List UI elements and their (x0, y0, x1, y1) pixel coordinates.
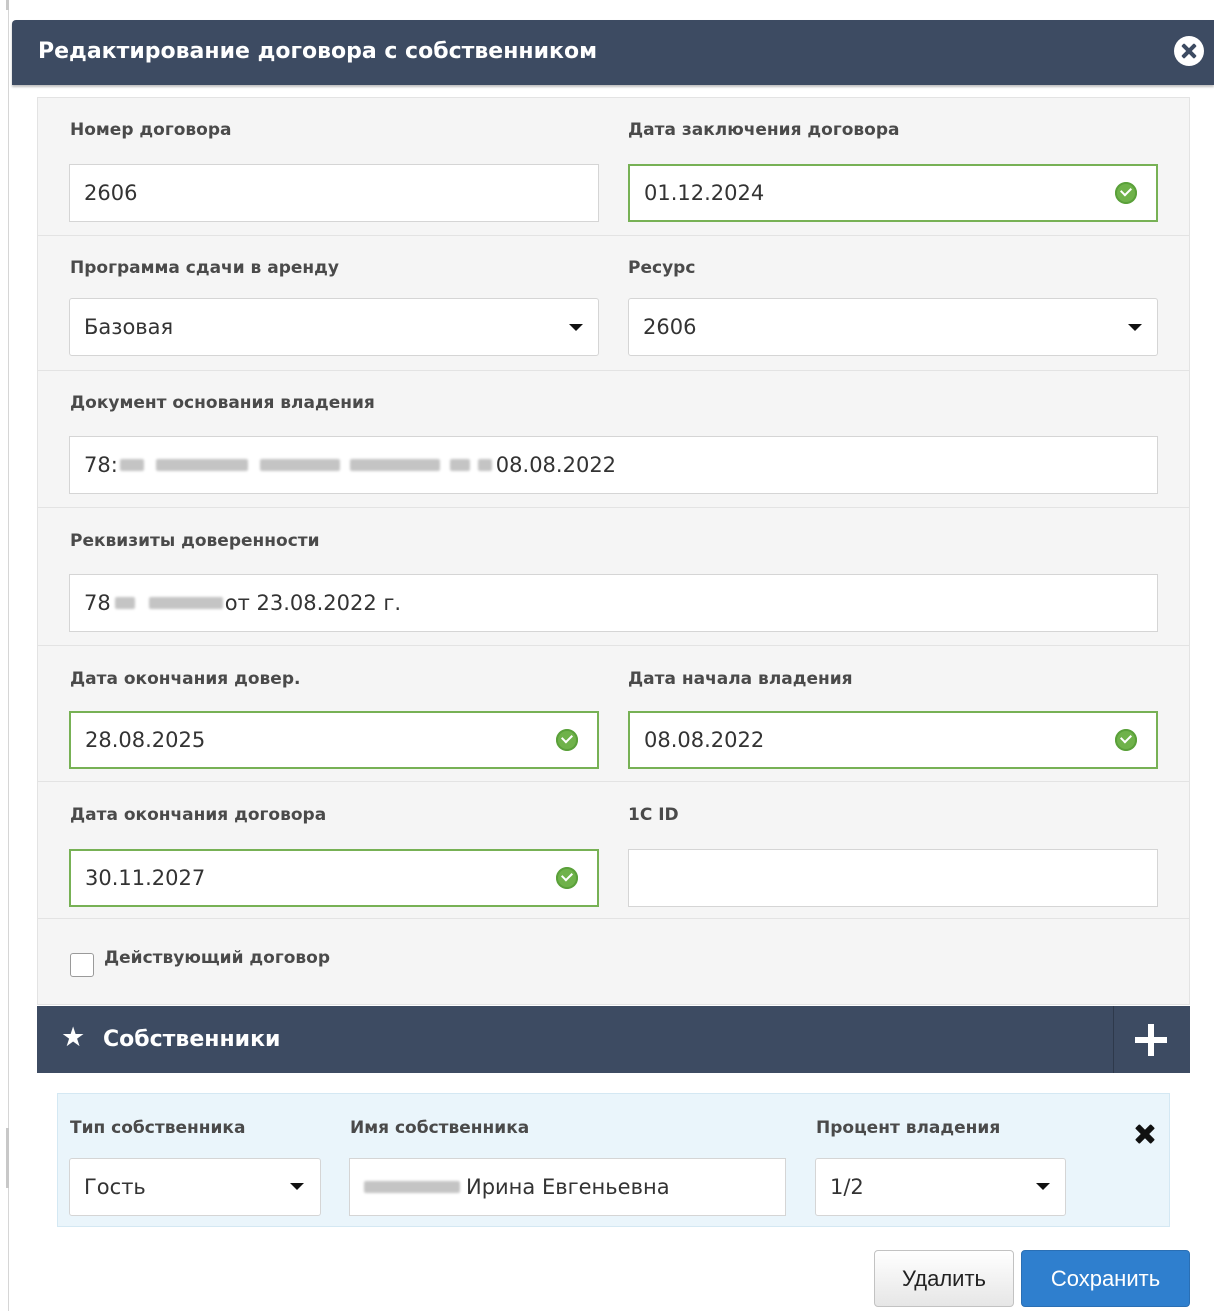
power-of-attorney-input[interactable]: 78 от 23.08.2022 г. (69, 574, 1158, 632)
id-1c-input[interactable] (628, 849, 1158, 907)
row-divider (37, 370, 1190, 371)
row-divider (37, 918, 1190, 919)
check-icon (1115, 182, 1137, 204)
dialog-title: Редактирование договора с собственником (38, 39, 598, 64)
ownership-document-suffix: 08.08.2022 (495, 453, 617, 477)
background-mark (6, 0, 9, 10)
redacted-text (364, 1181, 460, 1193)
contract-end-date-value: 30.11.2027 (85, 866, 206, 890)
contract-number-input[interactable]: 2606 (69, 164, 599, 222)
rental-program-select[interactable]: Базовая (69, 298, 599, 356)
ownership-share-select[interactable]: 1/2 (815, 1158, 1066, 1216)
ownership-start-date-label: Дата начала владения (628, 669, 853, 689)
owner-type-select[interactable]: Гость (69, 1158, 321, 1216)
redacted-text (114, 597, 135, 609)
save-button[interactable]: Сохранить (1021, 1250, 1190, 1307)
redacted-text (259, 459, 340, 471)
owner-type-value: Гость (84, 1175, 146, 1199)
poa-end-date-input[interactable]: 28.08.2025 (69, 711, 599, 769)
remove-owner-icon[interactable] (1134, 1123, 1156, 1145)
owner-name-value: Ирина Евгеньевна (466, 1175, 670, 1199)
power-of-attorney-label: Реквизиты доверенности (70, 531, 320, 551)
ownership-document-input[interactable]: 78: 08.08.2022 (69, 436, 1158, 494)
poa-end-date-value: 28.08.2025 (85, 728, 206, 752)
owners-section-title: Собственники (103, 1027, 281, 1052)
contract-date-label: Дата заключения договора (628, 120, 900, 140)
id-1c-label: 1C ID (628, 805, 679, 825)
redacted-text (477, 459, 492, 471)
contract-date-value: 01.12.2024 (644, 181, 765, 205)
contract-date-input[interactable]: 01.12.2024 (628, 164, 1158, 222)
owner-name-label: Имя собственника (350, 1118, 530, 1138)
power-of-attorney-suffix: от 23.08.2022 г. (224, 591, 402, 615)
contract-end-date-input[interactable]: 30.11.2027 (69, 849, 599, 907)
redacted-text (155, 459, 248, 471)
delete-button[interactable]: Удалить (874, 1250, 1014, 1307)
background-mark (6, 1128, 9, 1188)
check-icon (556, 867, 578, 889)
ownership-document-label: Документ основания владения (70, 393, 375, 413)
rental-program-value: Базовая (84, 315, 174, 339)
owners-section-header: ★ Собственники (37, 1006, 1190, 1073)
chevron-down-icon[interactable] (1036, 1183, 1050, 1190)
contract-number-label: Номер договора (70, 120, 232, 140)
chevron-down-icon[interactable] (569, 324, 583, 331)
owner-type-label: Тип собственника (70, 1118, 246, 1138)
redacted-text (148, 597, 223, 609)
dialog-header: Редактирование договора с собственником (12, 20, 1214, 85)
check-icon (1115, 729, 1137, 751)
redacted-text (349, 459, 440, 471)
background-page-edge (0, 0, 9, 1311)
resource-label: Ресурс (628, 258, 696, 278)
resource-select[interactable]: 2606 (628, 298, 1158, 356)
active-contract-checkbox[interactable] (70, 953, 94, 977)
ownership-start-date-input[interactable]: 08.08.2022 (628, 711, 1158, 769)
resource-value: 2606 (643, 315, 697, 339)
poa-end-date-label: Дата окончания довер. (70, 669, 301, 689)
ownership-share-label: Процент владения (816, 1118, 1001, 1138)
chevron-down-icon[interactable] (290, 1183, 304, 1190)
ownership-share-value: 1/2 (830, 1175, 864, 1199)
check-icon (556, 729, 578, 751)
row-divider (37, 645, 1190, 646)
contract-number-value: 2606 (84, 181, 138, 205)
star-icon: ★ (61, 1022, 86, 1053)
power-of-attorney-prefix: 78 (84, 591, 111, 615)
ownership-document-prefix: 78: (84, 453, 118, 477)
row-divider (37, 235, 1190, 236)
active-contract-label[interactable]: Действующий договор (104, 948, 330, 968)
ownership-start-date-value: 08.08.2022 (644, 728, 765, 752)
chevron-down-icon[interactable] (1128, 324, 1142, 331)
redacted-text (119, 459, 144, 471)
add-owner-button[interactable] (1114, 1006, 1190, 1073)
contract-end-date-label: Дата окончания договора (70, 805, 327, 825)
row-divider (37, 781, 1190, 782)
row-divider (37, 507, 1190, 508)
redacted-text (449, 459, 470, 471)
owner-name-input[interactable]: Ирина Евгеньевна (349, 1158, 786, 1216)
rental-program-label: Программа сдачи в аренду (70, 258, 339, 278)
close-icon[interactable] (1174, 36, 1204, 66)
